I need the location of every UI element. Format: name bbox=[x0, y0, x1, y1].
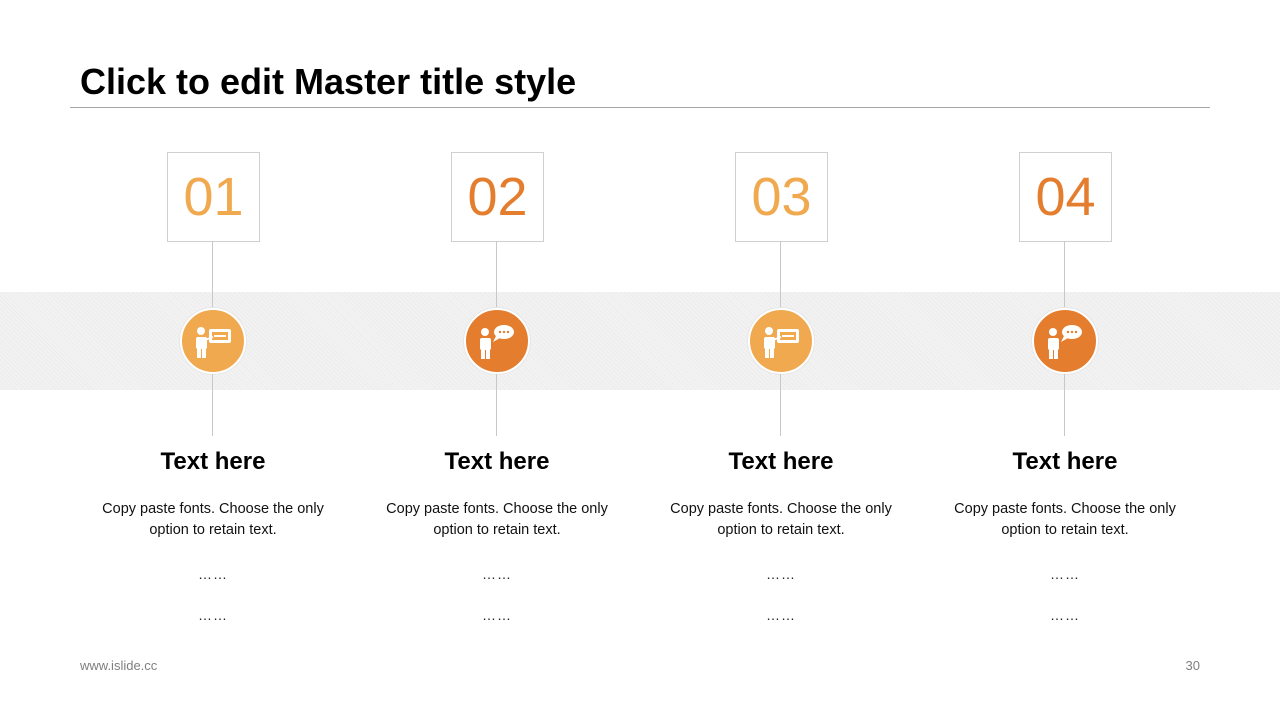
step-column-3: 03 Text here Copy paste fonts. Choose th… bbox=[651, 0, 911, 720]
footer-url[interactable]: www.islide.cc bbox=[80, 658, 157, 673]
placeholder-ellipsis[interactable]: …… bbox=[367, 607, 627, 623]
step-description[interactable]: Copy paste fonts. Choose the only option… bbox=[93, 499, 333, 541]
connector-line bbox=[780, 374, 781, 436]
page-number: 30 bbox=[1185, 658, 1200, 673]
connector-line bbox=[212, 241, 213, 309]
step-icon-circle bbox=[464, 308, 530, 374]
connector-line bbox=[496, 374, 497, 436]
step-icon-circle bbox=[180, 308, 246, 374]
step-icon-circle bbox=[748, 308, 814, 374]
step-column-2: 02 Text here Copy paste fonts. Choose th… bbox=[367, 0, 627, 720]
step-column-1: 01 Text here Copy paste fonts. Choose th… bbox=[83, 0, 343, 720]
step-number-box[interactable]: 01 bbox=[167, 152, 260, 242]
step-number-box[interactable]: 03 bbox=[735, 152, 828, 242]
step-description[interactable]: Copy paste fonts. Choose the only option… bbox=[661, 499, 901, 541]
step-icon-circle bbox=[1032, 308, 1098, 374]
step-heading[interactable]: Text here bbox=[83, 448, 343, 476]
placeholder-ellipsis[interactable]: …… bbox=[367, 566, 627, 582]
step-heading[interactable]: Text here bbox=[651, 448, 911, 476]
connector-line bbox=[1064, 241, 1065, 309]
presenter-board-icon bbox=[196, 327, 231, 358]
placeholder-ellipsis[interactable]: …… bbox=[83, 566, 343, 582]
step-description[interactable]: Copy paste fonts. Choose the only option… bbox=[377, 499, 617, 541]
step-heading[interactable]: Text here bbox=[367, 448, 627, 476]
connector-line bbox=[212, 374, 213, 436]
placeholder-ellipsis[interactable]: …… bbox=[83, 607, 343, 623]
step-description[interactable]: Copy paste fonts. Choose the only option… bbox=[945, 499, 1185, 541]
connector-line bbox=[496, 241, 497, 309]
presenter-speech-icon bbox=[480, 325, 514, 359]
step-heading[interactable]: Text here bbox=[935, 448, 1195, 476]
placeholder-ellipsis[interactable]: …… bbox=[651, 607, 911, 623]
step-number-box[interactable]: 02 bbox=[451, 152, 544, 242]
step-column-4: 04 Text here Copy paste fonts. Choose th… bbox=[935, 0, 1195, 720]
placeholder-ellipsis[interactable]: …… bbox=[935, 566, 1195, 582]
placeholder-ellipsis[interactable]: …… bbox=[651, 566, 911, 582]
step-number-box[interactable]: 04 bbox=[1019, 152, 1112, 242]
presenter-speech-icon bbox=[1048, 325, 1082, 359]
connector-line bbox=[1064, 374, 1065, 436]
presenter-board-icon bbox=[764, 327, 799, 358]
connector-line bbox=[780, 241, 781, 309]
placeholder-ellipsis[interactable]: …… bbox=[935, 607, 1195, 623]
